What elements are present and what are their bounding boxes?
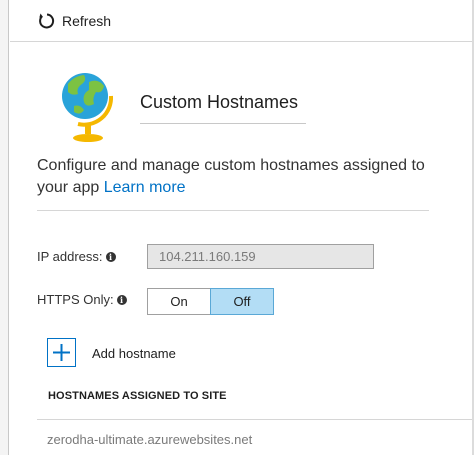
globe-icon	[62, 73, 114, 142]
left-panel-edge	[0, 0, 9, 455]
https-only-toggle[interactable]: On Off	[147, 288, 274, 315]
https-off-option[interactable]: Off	[210, 288, 274, 315]
description-divider	[37, 210, 429, 211]
page-title: Custom Hostnames	[140, 92, 299, 112]
ip-address-field[interactable]: 104.211.160.159	[147, 244, 374, 269]
add-hostname-label[interactable]: Add hostname	[92, 346, 176, 361]
https-on-option[interactable]: On	[148, 289, 210, 314]
plus-icon	[53, 344, 70, 361]
toolbar: Refresh	[10, 0, 472, 42]
refresh-label: Refresh	[62, 12, 112, 29]
https-only-label-text: HTTPS Only:	[37, 292, 114, 307]
add-hostname-button[interactable]	[47, 338, 76, 367]
refresh-button[interactable]: Refresh	[38, 12, 111, 30]
section-divider	[37, 419, 472, 420]
learn-more-link[interactable]: Learn more	[104, 179, 186, 196]
hostnames-section-header: HOSTNAMES ASSIGNED TO SITE	[48, 390, 227, 402]
title-divider	[140, 123, 306, 124]
refresh-icon	[39, 13, 55, 28]
page-header: Custom Hostnames	[56, 66, 306, 146]
info-icon[interactable]: i	[116, 294, 127, 305]
description-text: Configure and manage custom hostnames as…	[37, 157, 425, 196]
info-icon[interactable]: i	[105, 251, 116, 262]
ip-address-label: IP address: i	[37, 249, 116, 264]
ip-address-label-text: IP address:	[37, 249, 103, 264]
hostname-list-item[interactable]: zerodha-ultimate.azurewebsites.net	[47, 432, 252, 447]
description: Configure and manage custom hostnames as…	[37, 155, 437, 199]
https-only-label: HTTPS Only: i	[37, 292, 127, 307]
